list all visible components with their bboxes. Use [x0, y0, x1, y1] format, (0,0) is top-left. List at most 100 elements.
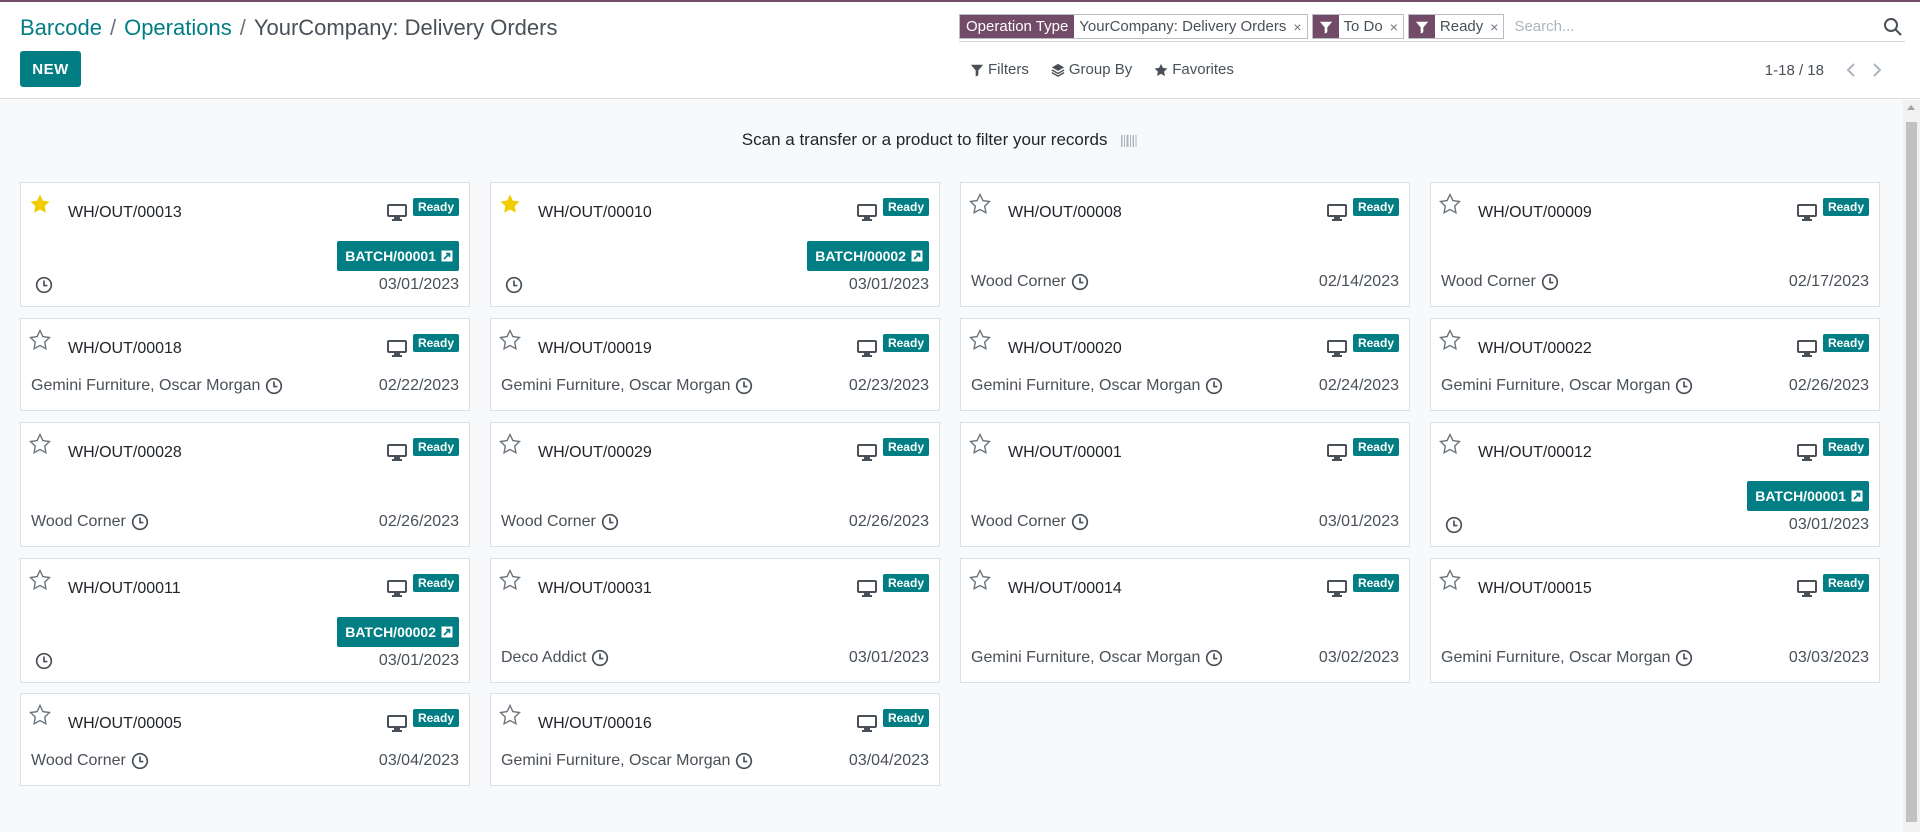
clock-icon[interactable]: [1071, 513, 1089, 531]
star-outline-icon[interactable]: [1439, 569, 1461, 591]
clock-icon[interactable]: [735, 377, 753, 395]
clock-icon[interactable]: [1675, 377, 1693, 395]
clock-icon[interactable]: [505, 276, 523, 294]
kanban-card[interactable]: WH/OUT/00019 Ready Gemini Furniture, Oscar…: [490, 318, 940, 411]
filters-label: Filters: [988, 61, 1029, 78]
record-reference: WH/OUT/00028: [68, 444, 182, 461]
groupby-label: Group By: [1068, 61, 1133, 78]
pager-value[interactable]: 1-18 / 18: [1765, 62, 1824, 79]
kanban-card[interactable]: WH/OUT/00018 Ready Gemini Furniture, Oscar…: [20, 318, 470, 411]
record-partner: Deco Addict: [501, 649, 609, 667]
clock-icon[interactable]: [35, 652, 53, 670]
star-outline-icon[interactable]: [969, 329, 991, 351]
partner-name: Gemini Furniture, Oscar Morgan: [501, 752, 731, 769]
kanban-card[interactable]: WH/OUT/00013 Ready BATCH/00001 03/01/2023: [20, 182, 470, 307]
star-outline-icon[interactable]: [29, 569, 51, 591]
status-badge: Ready: [1822, 574, 1869, 592]
scroll-up-arrow[interactable]: [1907, 105, 1915, 110]
kanban-card[interactable]: WH/OUT/00012 Ready BATCH/00001 03/01/2023: [1430, 422, 1880, 547]
facet-remove-button[interactable]: ×: [1388, 15, 1403, 38]
clock-icon[interactable]: [591, 649, 609, 667]
chevron-right-icon: [1873, 63, 1882, 77]
kanban-card[interactable]: WH/OUT/00015 Ready Gemini Furniture, Oscar…: [1430, 558, 1880, 683]
kanban-card[interactable]: WH/OUT/00011 Ready BATCH/00002 03/01/2023: [20, 558, 470, 683]
star-outline-icon[interactable]: [1439, 329, 1461, 351]
star-outline-icon[interactable]: [499, 704, 521, 726]
kanban-card[interactable]: WH/OUT/00009 Ready Wood Corner 02/17/2023: [1430, 182, 1880, 307]
search-icon[interactable]: [1883, 17, 1903, 37]
breadcrumb-operations-link[interactable]: Operations: [124, 15, 232, 40]
star-outline-icon[interactable]: [29, 329, 51, 351]
kanban-card[interactable]: WH/OUT/00020 Ready Gemini Furniture, Oscar…: [960, 318, 1410, 411]
clock-icon[interactable]: [1205, 377, 1223, 395]
kanban-card[interactable]: WH/OUT/00029 Ready Wood Corner 02/26/2023: [490, 422, 940, 547]
clock-icon[interactable]: [1675, 649, 1693, 667]
pager-previous-button[interactable]: [1838, 59, 1864, 81]
scheduled-date: 02/26/2023: [1788, 377, 1869, 394]
partner-name: Gemini Furniture, Oscar Morgan: [971, 649, 1201, 666]
clock-icon[interactable]: [1445, 516, 1463, 534]
kanban-card[interactable]: WH/OUT/00031 Ready Deco Addict 03/01/2023: [490, 558, 940, 683]
star-outline-icon[interactable]: [499, 569, 521, 591]
new-button[interactable]: NEW: [20, 51, 81, 87]
facet-remove-button[interactable]: ×: [1488, 15, 1503, 38]
status-badge: Ready: [412, 334, 459, 352]
scrollbar-thumb[interactable]: [1906, 122, 1917, 822]
facet-ready: Ready ×: [1407, 14, 1505, 39]
vertical-scrollbar[interactable]: [1903, 100, 1920, 832]
clock-icon[interactable]: [1071, 273, 1089, 291]
clock-icon[interactable]: [601, 513, 619, 531]
star-filled-icon[interactable]: [29, 193, 51, 215]
monitor-icon: [387, 715, 407, 732]
record-partner: Gemini Furniture, Oscar Morgan: [971, 377, 1223, 395]
star-outline-icon[interactable]: [29, 704, 51, 726]
batch-button[interactable]: BATCH/00001: [1747, 481, 1869, 511]
record-reference: WH/OUT/00018: [68, 340, 182, 357]
batch-button[interactable]: BATCH/00002: [807, 241, 929, 271]
batch-button[interactable]: BATCH/00001: [337, 241, 459, 271]
star-outline-icon[interactable]: [969, 569, 991, 591]
clock-icon[interactable]: [131, 752, 149, 770]
partner-name: Gemini Furniture, Oscar Morgan: [1441, 649, 1671, 666]
star-filled-icon[interactable]: [499, 193, 521, 215]
star-outline-icon[interactable]: [29, 433, 51, 455]
kanban-card[interactable]: WH/OUT/00005 Ready Wood Corner 03/04/2023: [20, 693, 470, 786]
star-outline-icon[interactable]: [969, 433, 991, 455]
clock-icon[interactable]: [265, 377, 283, 395]
monitor-icon: [857, 340, 877, 357]
status-badge: Ready: [882, 709, 929, 727]
clock-icon[interactable]: [35, 276, 53, 294]
kanban-view: Scan a transfer or a product to filter y…: [0, 100, 1920, 832]
scan-banner-text: Scan a transfer or a product to filter y…: [741, 130, 1108, 149]
partner-name: Deco Addict: [501, 649, 587, 666]
groupby-menu-button[interactable]: Group By: [1051, 61, 1132, 78]
star-outline-icon[interactable]: [1439, 193, 1461, 215]
clock-icon[interactable]: [735, 752, 753, 770]
partner-name: Wood Corner: [31, 513, 126, 530]
clock-icon[interactable]: [1205, 649, 1223, 667]
star-outline-icon[interactable]: [1439, 433, 1461, 455]
kanban-card[interactable]: WH/OUT/00008 Ready Wood Corner 02/14/2023: [960, 182, 1410, 307]
kanban-card[interactable]: WH/OUT/00010 Ready BATCH/00002 03/01/2023: [490, 182, 940, 307]
clock-icon[interactable]: [1541, 273, 1559, 291]
breadcrumb-barcode-link[interactable]: Barcode: [20, 15, 102, 40]
clock-icon[interactable]: [131, 513, 149, 531]
scheduled-date: 03/01/2023: [1318, 513, 1399, 530]
kanban-card[interactable]: WH/OUT/00022 Ready Gemini Furniture, Oscar…: [1430, 318, 1880, 411]
kanban-card[interactable]: WH/OUT/00028 Ready Wood Corner 02/26/2023: [20, 422, 470, 547]
kanban-card[interactable]: WH/OUT/00014 Ready Gemini Furniture, Oscar…: [960, 558, 1410, 683]
star-outline-icon[interactable]: [499, 433, 521, 455]
kanban-card[interactable]: WH/OUT/00016 Ready Gemini Furniture, Oscar…: [490, 693, 940, 786]
star-outline-icon[interactable]: [969, 193, 991, 215]
filters-menu-button[interactable]: Filters: [970, 61, 1029, 78]
facet-remove-button[interactable]: ×: [1291, 15, 1306, 38]
search-input[interactable]: [1508, 18, 1883, 35]
batch-button[interactable]: BATCH/00002: [337, 617, 459, 647]
star-outline-icon[interactable]: [499, 329, 521, 351]
facet-value: YourCompany: Delivery Orders: [1079, 18, 1287, 35]
favorites-menu-button[interactable]: Favorites: [1154, 61, 1234, 78]
kanban-card[interactable]: WH/OUT/00001 Ready Wood Corner 03/01/2023: [960, 422, 1410, 547]
record-partner: Wood Corner: [501, 513, 619, 531]
pager-next-button[interactable]: [1864, 59, 1890, 81]
filter-icon: [1312, 15, 1339, 38]
